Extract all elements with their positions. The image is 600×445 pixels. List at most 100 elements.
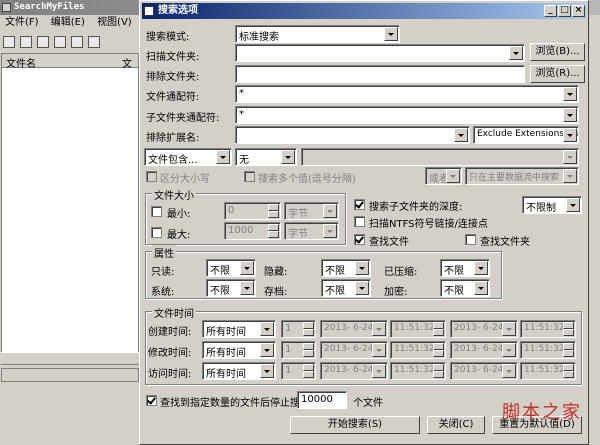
spinner[interactable] (433, 343, 444, 357)
time-from-time[interactable]: 11:51:32 (390, 320, 446, 338)
spinner[interactable] (303, 343, 314, 357)
column-folder[interactable]: 文 (122, 55, 132, 70)
min-size-checkbox[interactable] (151, 206, 162, 217)
time-to-date[interactable]: 2013- 6-24 (450, 341, 518, 359)
contains-text-combo[interactable] (301, 148, 579, 166)
system-select[interactable]: 不限 (206, 279, 256, 297)
spinner[interactable] (433, 322, 444, 336)
browse-exclude-button[interactable]: 浏览(R)... (530, 65, 585, 83)
dialog-titlebar[interactable]: 搜索选项 _ □ × (142, 3, 586, 19)
start-search-button[interactable]: 开始搜索(S) (290, 416, 420, 434)
spinner[interactable] (563, 322, 574, 336)
or-select[interactable]: 或者 (425, 167, 462, 185)
max-size-unit-select[interactable]: 字节 (284, 222, 339, 240)
wildcard-combo[interactable]: * (235, 85, 579, 103)
spinner[interactable] (433, 364, 444, 378)
time-to-time-value: 11:51:32 (524, 365, 565, 375)
chevron-down-icon[interactable] (563, 108, 577, 122)
search-mode-select[interactable]: 标准搜索 (235, 25, 400, 43)
spinner[interactable] (563, 364, 574, 378)
spinner[interactable] (563, 343, 574, 357)
time-mode-select[interactable]: 所有时间 (202, 320, 276, 338)
max-size-input[interactable]: 1000 (224, 222, 281, 240)
time-from-time[interactable]: 11:51:32 (390, 362, 446, 380)
properties-icon[interactable] (3, 36, 15, 48)
hidden-select[interactable]: 不限 (321, 259, 371, 277)
max-size-spinner[interactable] (268, 224, 279, 238)
case-sensitive-checkbox[interactable] (146, 171, 157, 182)
close-button[interactable]: 关闭(C) (427, 416, 485, 434)
exclude-folders-input[interactable] (235, 65, 525, 83)
subfolder-wildcard-combo[interactable]: * (235, 106, 579, 124)
chevron-down-icon (281, 150, 295, 164)
subfolder-depth-checkbox[interactable] (354, 199, 365, 210)
contains-mode-select[interactable]: 文件包含... (144, 148, 232, 166)
time-from-time[interactable]: 11:51:32 (390, 341, 446, 359)
scan-folders-label: 扫描文件夹: (146, 52, 200, 63)
copy-files-icon[interactable] (88, 36, 100, 48)
max-size-checkbox[interactable] (151, 227, 162, 238)
time-to-date[interactable]: 2013- 6-24 (450, 320, 518, 338)
time-count-input[interactable]: 1 (281, 320, 316, 338)
file-list-scrollbar[interactable] (1, 352, 139, 364)
time-from-date[interactable]: 2013- 6-24 (320, 341, 388, 359)
main-stream-select[interactable]: 只在主要数据流中搜索 (465, 167, 579, 185)
chevron-down-icon[interactable] (563, 87, 577, 101)
scan-folders-combo[interactable] (235, 44, 525, 62)
menu-view[interactable]: 视图(V) (97, 17, 132, 28)
archive-select[interactable]: 不限 (321, 279, 371, 297)
time-count-input[interactable]: 1 (281, 362, 316, 380)
min-size-spinner[interactable] (268, 204, 279, 218)
spinner[interactable] (303, 322, 314, 336)
subfolder-depth-value: 不限制 (526, 203, 556, 214)
menu-file[interactable]: 文件(F) (5, 17, 39, 28)
time-from-date[interactable]: 2013- 6-24 (320, 320, 388, 338)
open-icon[interactable] (20, 36, 32, 48)
subfolder-depth-select[interactable]: 不限制 (522, 196, 582, 214)
spinner[interactable] (303, 364, 314, 378)
file-list[interactable]: 文件名 文 (1, 53, 139, 365)
stop-after-input[interactable]: 10000 (297, 391, 347, 409)
min-size-unit-select[interactable]: 字节 (284, 202, 339, 220)
readonly-label: 只读: (151, 267, 175, 278)
exclude-ext-list-select[interactable]: Exclude Extensions List (473, 126, 579, 144)
multi-values-checkbox[interactable] (244, 171, 255, 182)
find-files-checkbox[interactable] (354, 234, 365, 245)
time-from-time-value: 11:51:32 (394, 365, 435, 375)
chevron-down-icon (384, 27, 398, 41)
column-filename[interactable]: 文件名 (6, 55, 36, 70)
minimize-button[interactable]: _ (544, 5, 557, 17)
stop-after-label: 查找到指定数量的文件后停止搜索 (160, 398, 310, 409)
time-mode-select[interactable]: 所有时间 (202, 362, 276, 380)
contains-type-select[interactable]: 无 (235, 148, 297, 166)
time-to-time[interactable]: 11:51:32 (520, 341, 576, 359)
time-to-date[interactable]: 2013- 6-24 (450, 362, 518, 380)
min-size-input[interactable]: 0 (224, 202, 281, 220)
save-icon[interactable] (37, 36, 49, 48)
readonly-select[interactable]: 不限 (206, 259, 256, 277)
time-mode-select[interactable]: 所有时间 (202, 341, 276, 359)
time-to-time[interactable]: 11:51:32 (520, 362, 576, 380)
chevron-down-icon[interactable] (454, 128, 468, 142)
time-from-date[interactable]: 2013- 6-24 (320, 362, 388, 380)
compressed-select[interactable]: 不限 (440, 259, 490, 277)
chevron-down-icon (563, 169, 577, 183)
find-folders-checkbox[interactable] (465, 234, 476, 245)
menu-edit[interactable]: 编辑(E) (51, 17, 85, 28)
time-count-input[interactable]: 1 (281, 341, 316, 359)
refresh-icon[interactable] (54, 36, 66, 48)
copy-icon[interactable] (71, 36, 83, 48)
search-options-dialog: 搜索选项 _ □ × 搜索模式: 标准搜索 扫描文件夹: 浏览(B)... 排除… (139, 0, 589, 445)
chevron-down-icon[interactable] (509, 46, 523, 60)
time-mode-select-value: 所有时间 (206, 348, 246, 359)
ntfs-links-checkbox[interactable] (354, 216, 365, 227)
stop-after-checkbox[interactable] (146, 395, 157, 406)
time-to-time[interactable]: 11:51:32 (520, 320, 576, 338)
exclude-ext-combo[interactable] (235, 126, 470, 144)
encrypted-select[interactable]: 不限 (440, 279, 490, 297)
browse-scan-button[interactable]: 浏览(B)... (530, 43, 585, 61)
close-window-button[interactable]: × (572, 5, 585, 17)
search-mode-value: 标准搜索 (239, 32, 279, 43)
maximize-button[interactable]: □ (558, 5, 571, 17)
time-from-date-value: 2013- 6-24 (324, 323, 374, 333)
